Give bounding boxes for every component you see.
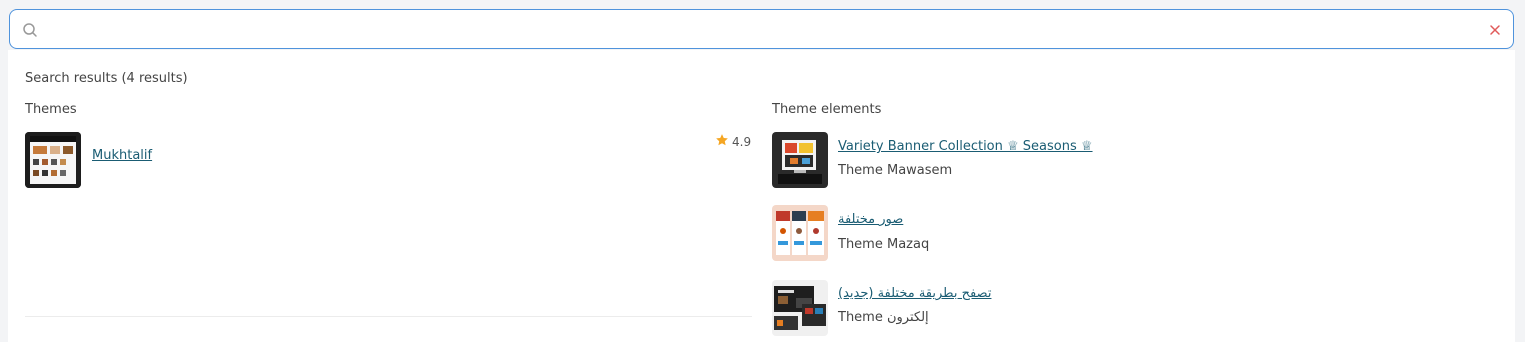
- theme-element-link[interactable]: Variety Banner Collection ♕ Seasons ♕: [838, 139, 1093, 154]
- theme-thumbnail[interactable]: [25, 132, 81, 188]
- theme-elements-heading: Theme elements: [772, 102, 882, 117]
- search-results-panel: Search results (4 results) Themes Theme …: [8, 50, 1515, 342]
- theme-element-thumbnail[interactable]: [772, 205, 828, 261]
- close-icon[interactable]: [1487, 22, 1503, 38]
- results-summary: Search results (4 results): [25, 71, 188, 86]
- theme-rating: 4.9: [715, 133, 751, 150]
- theme-element-link[interactable]: تصفح بطريقة مختلفة (جديد): [838, 286, 991, 301]
- rating-value: 4.9: [732, 134, 752, 149]
- search-input[interactable]: [48, 16, 1472, 44]
- search-icon: [22, 22, 38, 38]
- theme-element-link[interactable]: صور مختلفة: [838, 212, 903, 227]
- theme-element-subtitle: Theme Mawasem: [838, 163, 953, 178]
- theme-element-thumbnail[interactable]: [772, 280, 828, 336]
- themes-divider: [25, 316, 752, 317]
- theme-element-subtitle: Theme إلكترون: [838, 310, 929, 325]
- star-icon: [715, 133, 729, 150]
- themes-heading: Themes: [25, 102, 77, 117]
- theme-name-link[interactable]: Mukhtalif: [92, 148, 152, 163]
- search-bar[interactable]: [9, 9, 1514, 49]
- theme-element-subtitle: Theme Mazaq: [838, 237, 930, 252]
- theme-element-thumbnail[interactable]: [772, 132, 828, 188]
